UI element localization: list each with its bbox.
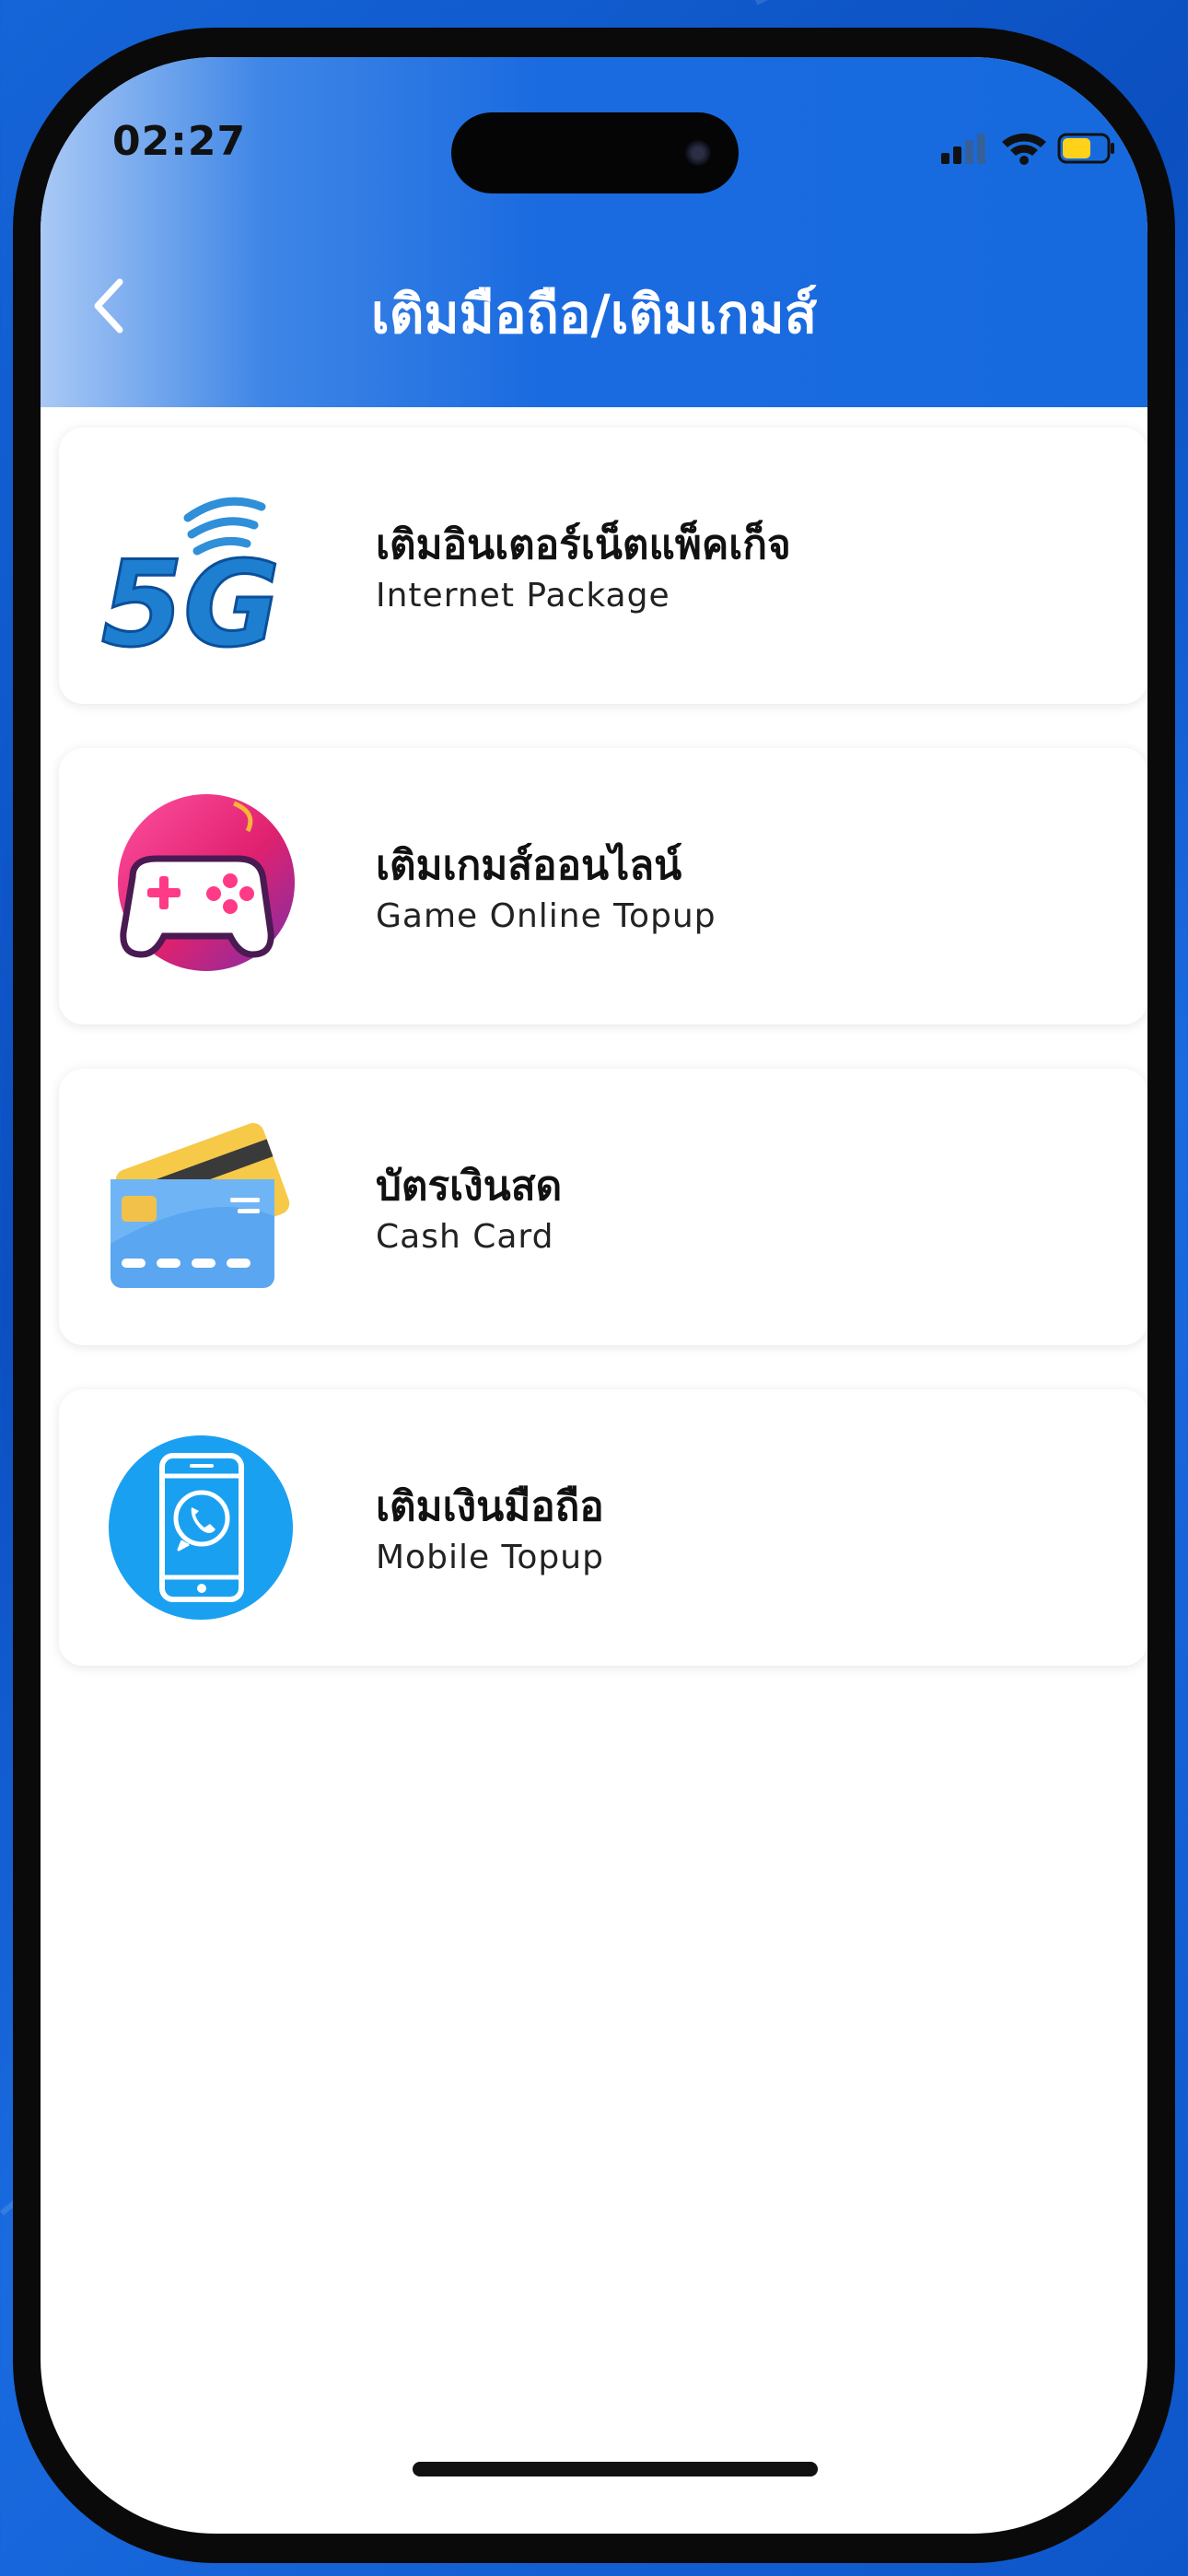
app-header: 02:27 เติมมือถือ/เติมเกมส์ bbox=[41, 57, 1147, 407]
status-time: 02:27 bbox=[112, 118, 247, 165]
battery-icon bbox=[1057, 133, 1114, 164]
topup-menu-list: 5G เติมอินเตอร์เน็ตแพ็คเก็จ Internet Pac… bbox=[59, 427, 1147, 1710]
menu-item-title-en: Game Online Topup bbox=[376, 897, 716, 935]
status-icons bbox=[932, 129, 1116, 166]
signal-icon bbox=[941, 134, 985, 164]
gamepad-icon bbox=[96, 785, 298, 988]
cash-card-icon bbox=[96, 1106, 298, 1308]
mobile-phone-icon bbox=[96, 1426, 298, 1629]
app-screen: 02:27 เติมมือถือ/เติมเกมส์ 5G เติมอินเตอ… bbox=[41, 57, 1147, 2534]
menu-item-title-en: Cash Card bbox=[376, 1218, 554, 1256]
phone-frame: 02:27 เติมมือถือ/เติมเกมส์ 5G เติมอินเตอ… bbox=[13, 28, 1175, 2563]
menu-item-cash-card[interactable]: บัตรเงินสด Cash Card bbox=[59, 1069, 1147, 1345]
home-indicator[interactable] bbox=[413, 2462, 818, 2476]
wifi-icon bbox=[1002, 133, 1046, 165]
menu-item-title-th: เติมเกมส์ออนไลน์ bbox=[376, 842, 682, 889]
menu-item-title-en: Mobile Topup bbox=[376, 1539, 604, 1576]
dynamic-island bbox=[451, 112, 739, 193]
menu-item-mobile-topup[interactable]: เติมเงินมือถือ Mobile Topup bbox=[59, 1389, 1147, 1666]
menu-item-title-en: Internet Package bbox=[376, 577, 670, 615]
menu-item-internet-package[interactable]: 5G เติมอินเตอร์เน็ตแพ็คเก็จ Internet Pac… bbox=[59, 427, 1147, 704]
background-streak bbox=[755, 0, 1188, 6]
menu-item-title-th: เติมเงินมือถือ bbox=[376, 1483, 604, 1530]
menu-item-title-th: บัตรเงินสด bbox=[376, 1163, 563, 1210]
page-title: เติมมือถือ/เติมเกมส์ bbox=[370, 283, 818, 345]
svg-text:5G: 5G bbox=[101, 536, 280, 667]
5g-icon: 5G bbox=[96, 464, 298, 675]
camera-icon bbox=[685, 140, 711, 166]
menu-item-title-th: เติมอินเตอร์เน็ตแพ็คเก็จ bbox=[376, 521, 791, 568]
menu-item-game-online-topup[interactable]: เติมเกมส์ออนไลน์ Game Online Topup bbox=[59, 748, 1147, 1025]
